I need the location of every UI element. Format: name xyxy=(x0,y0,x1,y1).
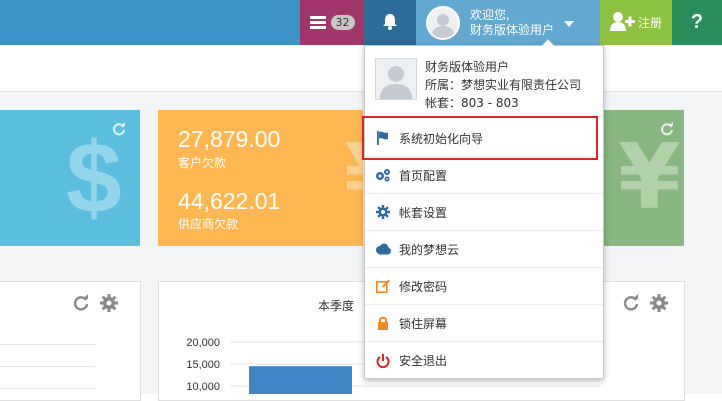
menu-item-lock-screen[interactable]: 锁住屏幕 xyxy=(365,305,603,342)
tasks-icon xyxy=(309,15,326,30)
user-name: 财务版体验用户 xyxy=(425,60,510,74)
tasks-badge: 32 xyxy=(330,15,355,30)
menu-item-label: 首页配置 xyxy=(399,168,448,183)
register-button[interactable]: 注册 xyxy=(600,0,672,45)
avatar xyxy=(426,5,460,40)
avatar xyxy=(375,58,417,100)
refresh-icon[interactable] xyxy=(622,294,640,312)
top-navbar: 32 欢迎您, 财务版体验用户 注册 ? xyxy=(0,0,722,45)
user-dropdown-menu: 财务版体验用户 所属：梦想实业有限责任公司 帐套：803 - 803 系统初始化… xyxy=(364,39,604,379)
menu-item-label: 安全退出 xyxy=(399,354,448,368)
menu-item-label: 帐套设置 xyxy=(399,205,448,220)
receivable-value: 27,879.00 xyxy=(178,126,281,152)
add-user-icon xyxy=(609,11,636,34)
menu-item-label: 锁住屏幕 xyxy=(399,316,448,331)
gear-icon xyxy=(375,204,391,220)
menu-item-account-settings[interactable]: 帐套设置 xyxy=(365,194,603,231)
power-icon xyxy=(375,353,391,369)
payable-label: 供应商欠款 xyxy=(178,217,239,231)
menu-item-change-password[interactable]: 修改密码 xyxy=(365,268,603,305)
welcome-text: 欢迎您, xyxy=(470,7,510,22)
edit-icon xyxy=(375,278,391,294)
lock-icon xyxy=(375,315,391,331)
menu-item-label: 系统初始化向导 xyxy=(399,131,484,146)
chart-panel-left xyxy=(0,281,141,401)
menu-item-label: 修改密码 xyxy=(399,279,448,294)
help-button[interactable]: ? xyxy=(672,0,722,45)
refresh-icon[interactable] xyxy=(660,122,674,136)
yen-icon: ¥ xyxy=(344,118,363,238)
refresh-icon[interactable] xyxy=(72,294,90,312)
gear-icon[interactable] xyxy=(650,294,668,312)
notifications-button[interactable] xyxy=(364,0,416,45)
user-display-name: 财务版体验用户 xyxy=(470,22,555,37)
refresh-icon[interactable] xyxy=(112,122,126,136)
bell-icon xyxy=(382,13,398,33)
cogs-icon xyxy=(375,167,391,183)
caret-down-icon xyxy=(564,16,575,30)
stat-tile-green: ¥ xyxy=(604,110,684,246)
help-icon: ? xyxy=(690,11,704,33)
menu-item-init-wizard[interactable]: 系统初始化向导 xyxy=(365,120,603,157)
stat-tile-orange: ¥ 27,879.00 客户欠款 44,622.01 供应商欠款 xyxy=(158,110,363,246)
gear-icon[interactable] xyxy=(100,294,118,312)
stat-tile-blue: $ xyxy=(0,110,140,246)
menu-item-logout[interactable]: 安全退出 xyxy=(365,342,603,379)
menu-item-label: 我的梦想云 xyxy=(399,242,460,257)
menu-item-home-config[interactable]: 首页配置 xyxy=(365,157,603,194)
flag-icon xyxy=(375,130,391,146)
breadcrumb-bar xyxy=(0,45,722,92)
user-menu-toggle[interactable]: 欢迎您, 财务版体验用户 xyxy=(416,0,600,45)
receivable-label: 客户欠款 xyxy=(178,156,227,170)
menu-item-dream-cloud[interactable]: 我的梦想云 xyxy=(365,231,603,268)
user-company: 所属：梦想实业有限责任公司 xyxy=(425,78,582,92)
tasks-button[interactable]: 32 xyxy=(300,0,364,45)
payable-value: 44,622.01 xyxy=(178,188,281,214)
user-account: 帐套：803 - 803 xyxy=(425,96,519,110)
cloud-icon xyxy=(375,241,391,257)
register-label: 注册 xyxy=(637,16,662,30)
user-info: 财务版体验用户 所属：梦想实业有限责任公司 帐套：803 - 803 xyxy=(365,46,603,117)
chart-title: 本季度 xyxy=(318,299,355,313)
